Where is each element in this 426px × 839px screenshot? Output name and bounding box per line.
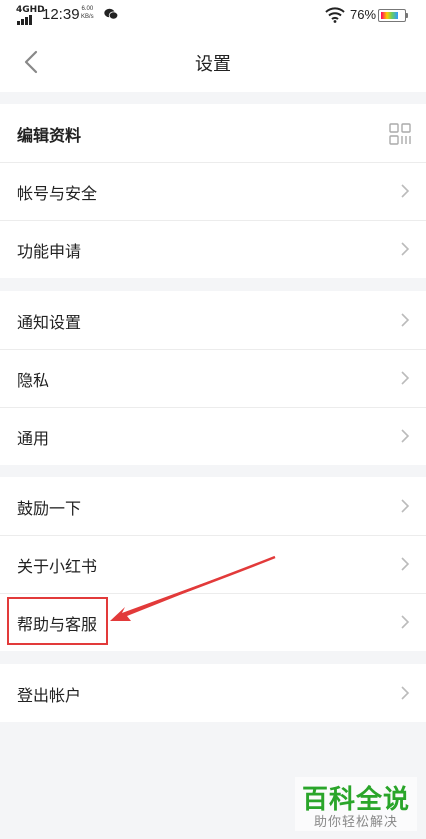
account-security-label: 帐号与安全 xyxy=(17,184,98,203)
settings-group-profile: 编辑资料 帐号与安全 功能申请 xyxy=(0,104,426,278)
about-app-label: 关于小红书 xyxy=(17,557,98,576)
page-title: 设置 xyxy=(195,54,231,75)
logout-label: 登出帐户 xyxy=(17,686,82,705)
privacy-row[interactable]: 隐私 xyxy=(0,349,426,407)
watermark-subtitle: 助你轻松解决 xyxy=(313,815,398,830)
qr-code-icon[interactable] xyxy=(389,123,411,145)
network-type: 4GHD xyxy=(16,5,45,15)
chevron-right-icon xyxy=(401,184,410,198)
settings-group-preferences: 通知设置 隐私 通用 xyxy=(0,291,426,465)
chevron-right-icon xyxy=(401,499,410,513)
feature-application-label: 功能申请 xyxy=(17,242,82,261)
signal-icon xyxy=(17,15,37,25)
logout-row[interactable]: 登出帐户 xyxy=(0,664,426,722)
chevron-right-icon xyxy=(401,371,410,385)
chevron-right-icon xyxy=(401,242,410,256)
network-speed: 6.00 KB/s xyxy=(81,5,94,21)
annotation-arrow xyxy=(110,555,276,621)
edit-profile-label: 编辑资料 xyxy=(17,126,82,145)
general-row[interactable]: 通用 xyxy=(0,407,426,465)
battery-level-fill xyxy=(381,12,398,19)
chevron-right-icon xyxy=(401,557,410,571)
encourage-label: 鼓励一下 xyxy=(17,499,82,518)
general-label: 通用 xyxy=(17,429,50,448)
battery-cap xyxy=(406,13,408,18)
feature-application-row[interactable]: 功能申请 xyxy=(0,220,426,278)
nav-header: 设置 xyxy=(0,32,426,92)
wifi-icon xyxy=(325,7,345,23)
chevron-right-icon xyxy=(401,686,410,700)
battery-percent: 76% xyxy=(350,7,377,22)
chevron-right-icon xyxy=(401,615,410,629)
privacy-label: 隐私 xyxy=(17,371,50,390)
account-security-row[interactable]: 帐号与安全 xyxy=(0,162,426,220)
battery-icon xyxy=(378,9,406,22)
chevron-right-icon xyxy=(401,313,410,327)
watermark-logo: 百科全说 助你轻松解决 xyxy=(295,777,417,831)
notification-settings-row[interactable]: 通知设置 xyxy=(0,291,426,349)
chevron-right-icon xyxy=(401,429,410,443)
settings-group-logout: 登出帐户 xyxy=(0,664,426,722)
network-speed-value: 6.00 xyxy=(81,6,94,12)
annotation-highlight-box xyxy=(7,597,108,645)
status-time: 12:39 xyxy=(42,6,80,23)
status-bar: 4GHD 12:39 6.00 KB/s 76% xyxy=(0,0,426,32)
encourage-row[interactable]: 鼓励一下 xyxy=(0,477,426,535)
wechat-icon xyxy=(104,8,118,20)
network-speed-unit: KB/s xyxy=(81,14,94,20)
edit-profile-row[interactable]: 编辑资料 xyxy=(0,104,426,162)
notification-settings-label: 通知设置 xyxy=(17,313,82,332)
